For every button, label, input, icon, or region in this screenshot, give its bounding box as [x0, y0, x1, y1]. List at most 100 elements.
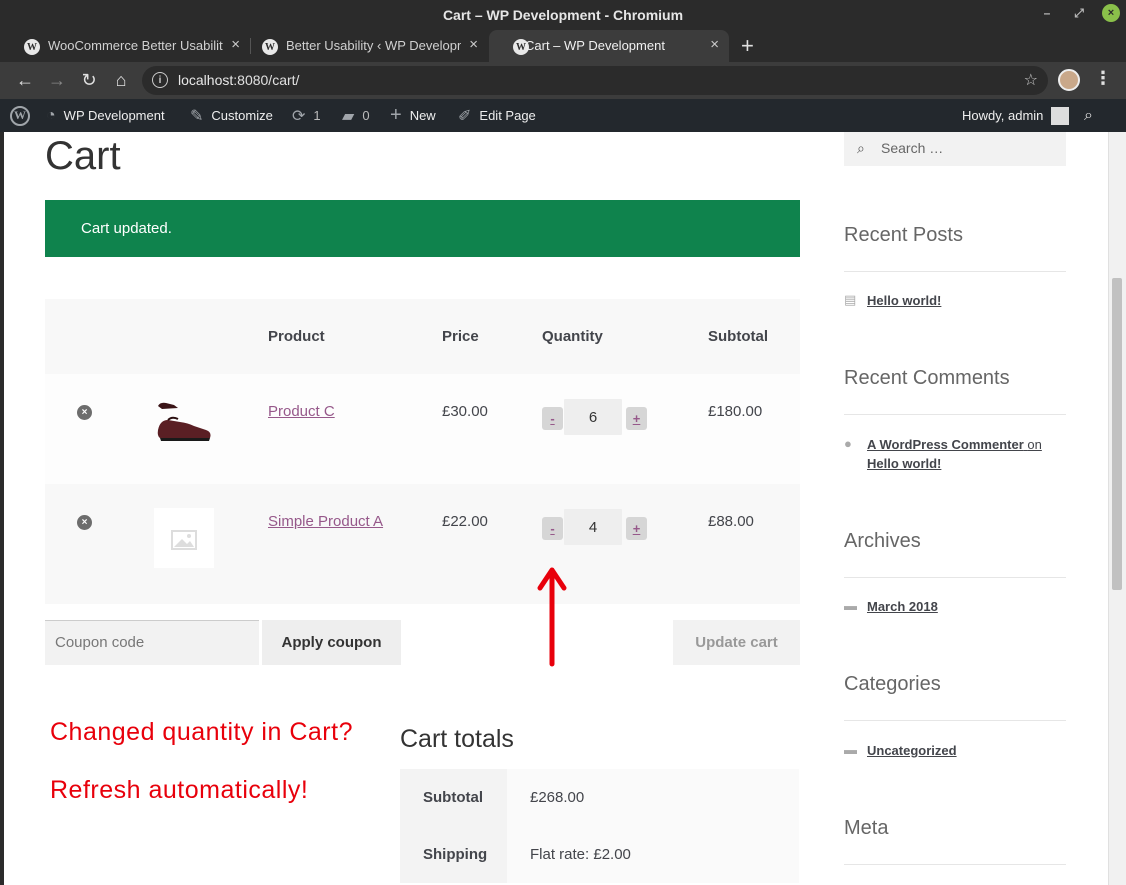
- header-subtotal: Subtotal: [708, 328, 768, 345]
- category-link[interactable]: Uncategorized: [867, 743, 957, 758]
- totals-value: £268.00: [507, 769, 799, 826]
- annotation-arrow-icon: [537, 567, 567, 667]
- url-text: localhost:8080/cart/: [178, 72, 299, 88]
- divider: [844, 271, 1066, 272]
- page-scrollbar[interactable]: [1108, 132, 1126, 885]
- product-link[interactable]: Simple Product A: [268, 513, 383, 530]
- search-icon: ⌕: [857, 140, 865, 156]
- updates-menu[interactable]: ⟳ 1: [292, 99, 321, 132]
- paintbrush-icon: ✎: [190, 107, 204, 125]
- annotation-line-1: Changed quantity in Cart?: [50, 718, 353, 746]
- tab-close-icon[interactable]: ×: [469, 36, 478, 53]
- product-price: £30.00: [442, 403, 488, 420]
- archive-link[interactable]: March 2018: [867, 599, 938, 614]
- header-quantity: Quantity: [542, 328, 603, 345]
- customize-label: Customize: [211, 108, 273, 123]
- customize-menu[interactable]: ✎ Customize: [190, 99, 273, 132]
- comments-count: 0: [362, 108, 370, 123]
- browser-menu-icon[interactable]: ⋮: [1094, 68, 1112, 89]
- tab-label: WooCommerce Better Usability: [48, 38, 223, 53]
- qty-increment-button[interactable]: +: [626, 517, 647, 540]
- minimize-icon[interactable]: –: [1038, 4, 1056, 22]
- updates-count: 1: [313, 108, 321, 123]
- comment-bubble-icon: ▰: [342, 107, 355, 125]
- pencil-icon: ✐: [458, 107, 472, 125]
- tab-woocommerce[interactable]: W WooCommerce Better Usability ×: [0, 30, 250, 62]
- site-info-icon[interactable]: i: [152, 72, 168, 88]
- sidebar-search-input[interactable]: ⌕ Search …: [844, 132, 1066, 166]
- apply-coupon-button[interactable]: Apply coupon: [262, 620, 401, 665]
- product-thumbnail-placeholder[interactable]: [154, 508, 214, 568]
- admin-avatar: [1051, 106, 1070, 125]
- archives-title: Archives: [844, 530, 921, 552]
- home-icon[interactable]: ⌂: [109, 68, 133, 92]
- profile-avatar-icon[interactable]: [1058, 69, 1080, 91]
- remove-item-icon[interactable]: ×: [77, 405, 92, 420]
- bookmark-star-icon[interactable]: ☆: [1024, 70, 1038, 90]
- page-title: Cart: [45, 134, 121, 178]
- divider: [844, 720, 1066, 721]
- tab-better-usability[interactable]: W Better Usability ‹ WP Developm ×: [238, 30, 488, 62]
- site-name: WP Development: [63, 108, 165, 123]
- window-controls: – ⤢ ×: [1038, 4, 1120, 22]
- edit-page-menu[interactable]: ✐ Edit Page: [458, 99, 536, 132]
- recent-post-link[interactable]: Hello world!: [867, 293, 941, 308]
- quantity-input[interactable]: 4: [564, 509, 622, 545]
- site-name-menu[interactable]: ◔ WP Development: [46, 99, 165, 132]
- recent-posts-title: Recent Posts: [844, 224, 963, 246]
- browser-toolbar: ← → ↻ ⌂ i localhost:8080/cart/ ☆ ⋮: [0, 62, 1126, 99]
- divider: [844, 414, 1066, 415]
- wp-logo-menu[interactable]: W: [10, 99, 30, 132]
- qty-decrement-button[interactable]: -: [542, 407, 563, 430]
- cart-row-simple-product-a: × Simple Product A £22.00 - 4 + £88.00: [45, 484, 800, 604]
- categories-title: Categories: [844, 673, 941, 695]
- wordpress-favicon-icon: W: [262, 39, 278, 55]
- address-bar[interactable]: i localhost:8080/cart/ ☆: [142, 66, 1048, 95]
- window-titlebar: Cart – WP Development - Chromium – ⤢ ×: [0, 0, 1126, 30]
- product-link[interactable]: Product C: [268, 403, 335, 420]
- plus-icon: +: [390, 104, 402, 126]
- totals-label: Shipping: [400, 826, 507, 883]
- tab-close-icon[interactable]: ×: [710, 36, 719, 53]
- comment-post-link[interactable]: Hello world!: [867, 456, 941, 471]
- reload-icon[interactable]: ↻: [77, 68, 101, 92]
- new-tab-icon[interactable]: +: [741, 33, 754, 59]
- qty-decrement-button[interactable]: -: [542, 517, 563, 540]
- coupon-code-input[interactable]: Coupon code: [45, 620, 259, 665]
- wordpress-favicon-icon: W: [24, 39, 40, 55]
- page-viewport: Cart Cart updated. Product Price Quantit…: [4, 132, 1108, 885]
- comments-menu[interactable]: ▰ 0: [342, 99, 370, 132]
- howdy-label: Howdy, admin: [962, 108, 1044, 123]
- new-content-menu[interactable]: + New: [390, 99, 436, 132]
- admin-search[interactable]: ⌕: [1084, 99, 1101, 132]
- document-icon: ▤: [844, 292, 857, 307]
- search-icon: ⌕: [1084, 106, 1093, 124]
- recent-comments-title: Recent Comments: [844, 367, 1010, 389]
- qty-increment-button[interactable]: +: [626, 407, 647, 430]
- scrollbar-thumb[interactable]: [1112, 278, 1122, 590]
- wp-admin-bar: W ◔ WP Development ✎ Customize ⟳ 1 ▰ 0 +…: [0, 99, 1126, 132]
- new-label: New: [409, 108, 436, 123]
- comment-author-link[interactable]: A WordPress Commenter on: [867, 437, 1042, 452]
- tab-cart[interactable]: W Cart – WP Development ×: [489, 30, 729, 62]
- remove-item-icon[interactable]: ×: [77, 515, 92, 530]
- close-window-icon[interactable]: ×: [1102, 4, 1120, 22]
- cart-actions: Coupon code Apply coupon Update cart: [45, 620, 800, 665]
- header-product: Product: [268, 328, 325, 345]
- dashboard-gauge-icon: ◔: [46, 106, 56, 124]
- back-arrow-icon[interactable]: ←: [13, 68, 37, 92]
- product-subtotal: £88.00: [708, 513, 754, 530]
- quantity-input[interactable]: 6: [564, 399, 622, 435]
- folder-icon: ▬: [844, 598, 857, 613]
- shoe-image: [157, 402, 211, 441]
- product-thumbnail-shoe[interactable]: [154, 392, 214, 452]
- tab-strip: W WooCommerce Better Usability × W Bette…: [0, 28, 1126, 62]
- maximize-icon[interactable]: ⤢: [1070, 4, 1088, 22]
- tab-label: Better Usability ‹ WP Developm: [286, 38, 461, 53]
- forward-arrow-icon[interactable]: →: [45, 68, 69, 92]
- my-account-menu[interactable]: Howdy, admin: [962, 99, 1070, 132]
- product-subtotal: £180.00: [708, 403, 763, 420]
- comment-bubble-icon: ●: [844, 436, 852, 451]
- update-cart-button[interactable]: Update cart: [673, 620, 800, 665]
- cart-table-header: Product Price Quantity Subtotal: [45, 299, 800, 374]
